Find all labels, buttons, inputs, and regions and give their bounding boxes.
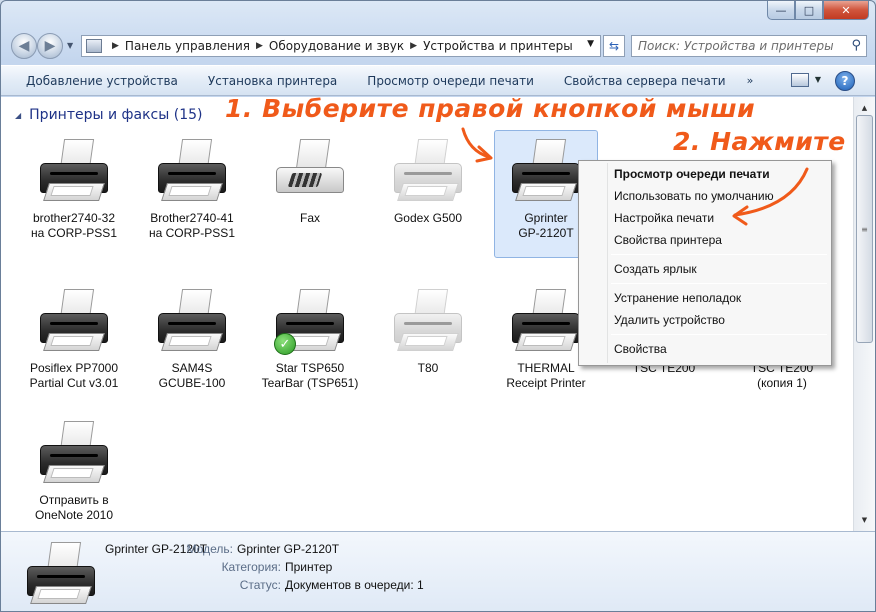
printer-icon (36, 139, 112, 207)
menu-item-printer-properties[interactable]: Свойства принтера (581, 229, 829, 251)
menu-gutter (607, 163, 608, 363)
menu-item-remove-device[interactable]: Удалить устройство (581, 309, 829, 331)
device-label: Fax (299, 211, 320, 225)
search-input[interactable]: Поиск: Устройства и принтеры ⚲ (631, 35, 867, 57)
menu-item-properties[interactable]: Свойства (581, 338, 829, 360)
search-placeholder: Поиск: Устройства и принтеры (638, 39, 834, 53)
breadcrumb-hardware-sound[interactable]: Оборудование и звук (269, 39, 404, 53)
details-model-value: Gprinter GP-2120T (237, 542, 340, 556)
device-item[interactable]: Fax (258, 130, 362, 258)
menu-separator (611, 254, 827, 255)
device-label: brother2740-32 на CORP-PSS1 (31, 211, 117, 240)
details-status-value: Документов в очереди: 1 (285, 578, 424, 592)
device-label: Godex G500 (393, 211, 463, 225)
add-device-button[interactable]: Добавление устройства (1, 74, 193, 88)
devices-printers-window: — □ ✕ ◀ ▶ ▼ ▶ Панель управления ▶ Оборуд… (0, 0, 876, 612)
annotation-step2: 2. Нажмите (673, 127, 846, 156)
menu-item-printing-preferences[interactable]: Настройка печати (581, 207, 829, 229)
back-button[interactable]: ◀ (11, 33, 37, 59)
more-commands-button[interactable]: » (741, 74, 760, 87)
see-print-queue-button[interactable]: Просмотр очереди печати (352, 74, 549, 88)
details-category-key: Категория: (221, 560, 281, 574)
breadcrumb-separator-icon[interactable]: ▶ (410, 41, 417, 51)
printer-offline-icon (390, 139, 466, 207)
vertical-scrollbar[interactable]: ▲ ≡ ▼ (853, 97, 875, 531)
device-label: Отправить в OneNote 2010 (34, 493, 114, 522)
details-pane: Gprinter GP-2120T Модель: Gprinter GP-212… (1, 531, 875, 611)
device-item[interactable]: SAM4S GCUBE-100 (140, 280, 244, 408)
printer-icon (36, 421, 112, 489)
device-label: Star TSP650 TearBar (TSP651) (261, 361, 359, 390)
device-label: Brother2740-41 на CORP-PSS1 (149, 211, 235, 240)
fax-icon (272, 139, 348, 207)
refresh-button[interactable]: ⇆ (603, 35, 625, 57)
printer-icon (508, 289, 584, 357)
details-category-row: Категория: Принтер (191, 560, 333, 574)
device-item[interactable]: Brother2740-41 на CORP-PSS1 (140, 130, 244, 258)
device-item[interactable]: Отправить в OneNote 2010 (22, 412, 126, 540)
printer-icon (23, 542, 99, 610)
details-status-row: Статус: Документов в очереди: 1 (191, 578, 424, 592)
add-printer-button[interactable]: Установка принтера (193, 74, 352, 88)
breadcrumb-devices-printers[interactable]: Устройства и принтеры (423, 39, 573, 53)
default-printer-check-icon: ✓ (274, 333, 296, 355)
scroll-up-icon[interactable]: ▲ (856, 101, 873, 115)
menu-item-troubleshoot[interactable]: Устранение неполадок (581, 287, 829, 309)
printer-icon (154, 289, 230, 357)
printer-icon (154, 139, 230, 207)
recent-pages-dropdown[interactable]: ▼ (67, 41, 73, 50)
maximize-button[interactable]: □ (795, 1, 823, 20)
navigation-bar: ◀ ▶ ▼ ▶ Панель управления ▶ Оборудование… (9, 33, 869, 59)
device-item[interactable]: Posiflex PP7000 Partial Cut v3.01 (22, 280, 126, 408)
view-dropdown-icon[interactable]: ▼ (815, 75, 821, 84)
group-header-printers[interactable]: ◢ Принтеры и факсы (15) (15, 107, 202, 123)
breadcrumb-control-panel[interactable]: Панель управления (125, 39, 250, 53)
device-label: SAM4S GCUBE-100 (158, 361, 226, 390)
change-view-icon[interactable] (791, 73, 809, 87)
scroll-thumb[interactable]: ≡ (856, 115, 873, 343)
printer-icon: ✓ (272, 289, 348, 357)
printer-icon (508, 139, 584, 207)
details-model-key: Модель: (186, 542, 233, 556)
command-bar: Добавление устройства Установка принтера… (1, 65, 875, 96)
collapse-triangle-icon[interactable]: ◢ (15, 111, 21, 120)
arrow-right-icon: ▶ (44, 38, 56, 54)
context-menu: Просмотр очереди печати Использовать по … (578, 160, 832, 366)
menu-item-set-default[interactable]: Использовать по умолчанию (581, 185, 829, 207)
menu-separator (611, 334, 827, 335)
breadcrumb-separator-icon[interactable]: ▶ (112, 41, 119, 51)
details-category-value: Принтер (285, 560, 333, 574)
control-panel-icon (86, 39, 102, 53)
address-dropdown-icon[interactable]: ▼ (587, 39, 594, 49)
forward-button[interactable]: ▶ (37, 33, 63, 59)
device-item[interactable]: brother2740-32 на CORP-PSS1 (22, 130, 126, 258)
close-button[interactable]: ✕ (823, 1, 869, 20)
device-item[interactable]: Godex G500 (376, 130, 480, 258)
breadcrumb-separator-icon[interactable]: ▶ (256, 41, 263, 51)
scroll-down-icon[interactable]: ▼ (856, 513, 873, 527)
refresh-icon: ⇆ (608, 39, 620, 53)
device-item[interactable]: T80 (376, 280, 480, 408)
address-bar[interactable]: ▶ Панель управления ▶ Оборудование и зву… (81, 35, 601, 57)
printer-offline-icon (390, 289, 466, 357)
menu-separator (611, 283, 827, 284)
menu-item-create-shortcut[interactable]: Создать ярлык (581, 258, 829, 280)
group-title: Принтеры и факсы (15) (29, 107, 203, 123)
device-label: T80 (417, 361, 439, 375)
device-item[interactable]: ✓ Star TSP650 TearBar (TSP651) (258, 280, 362, 408)
minimize-button[interactable]: — (767, 1, 795, 20)
print-server-properties-button[interactable]: Свойства сервера печати (549, 74, 741, 88)
details-model-row: Модель: Gprinter GP-2120T (143, 542, 339, 556)
caption-buttons: — □ ✕ (767, 1, 869, 20)
annotation-step1: 1. Выберите правой кнопкой мыши (225, 94, 756, 123)
help-icon[interactable]: ? (835, 71, 855, 91)
menu-item-see-print-queue[interactable]: Просмотр очереди печати (581, 163, 829, 185)
arrow-left-icon: ◀ (18, 38, 30, 54)
printer-icon (36, 289, 112, 357)
device-label: Posiflex PP7000 Partial Cut v3.01 (29, 361, 119, 390)
search-icon[interactable]: ⚲ (851, 38, 861, 53)
details-status-key: Статус: (239, 578, 281, 592)
